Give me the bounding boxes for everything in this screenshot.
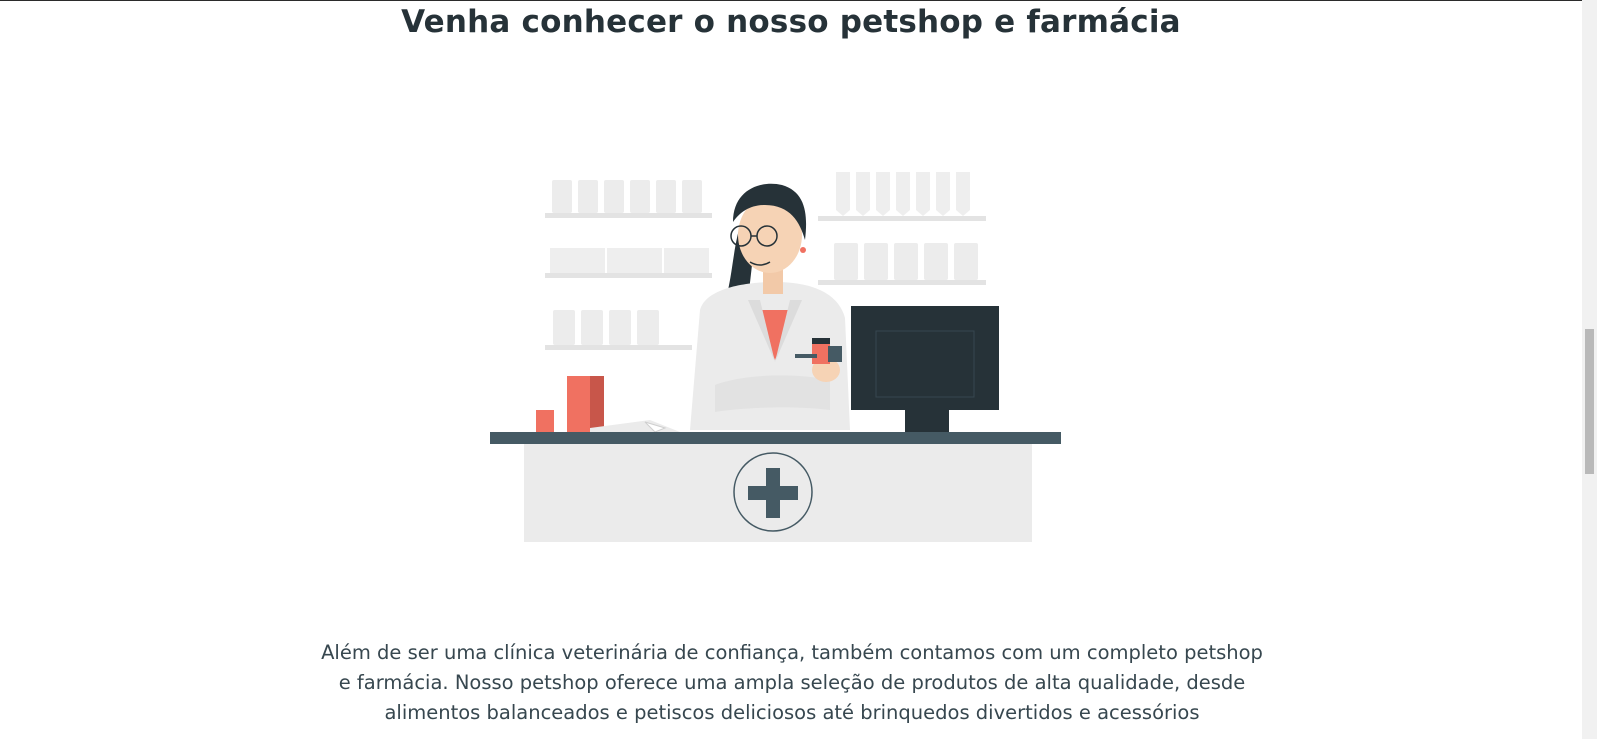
pharmacy-illustration <box>490 172 1061 542</box>
vertical-scrollbar[interactable] <box>1582 0 1597 739</box>
page-content: Venha conhecer o nosso petshop e farmáci… <box>0 0 1582 739</box>
medicine-boxes <box>536 376 680 433</box>
section-title: Venha conhecer o nosso petshop e farmáci… <box>401 4 1181 40</box>
counter-top <box>490 432 1061 444</box>
right-shelves <box>818 172 986 285</box>
scrollbar-thumb[interactable] <box>1585 329 1594 474</box>
section-description: Além de ser uma clínica veterinária de c… <box>321 641 1263 724</box>
computer-monitor <box>851 306 999 433</box>
left-shelves <box>545 180 712 350</box>
